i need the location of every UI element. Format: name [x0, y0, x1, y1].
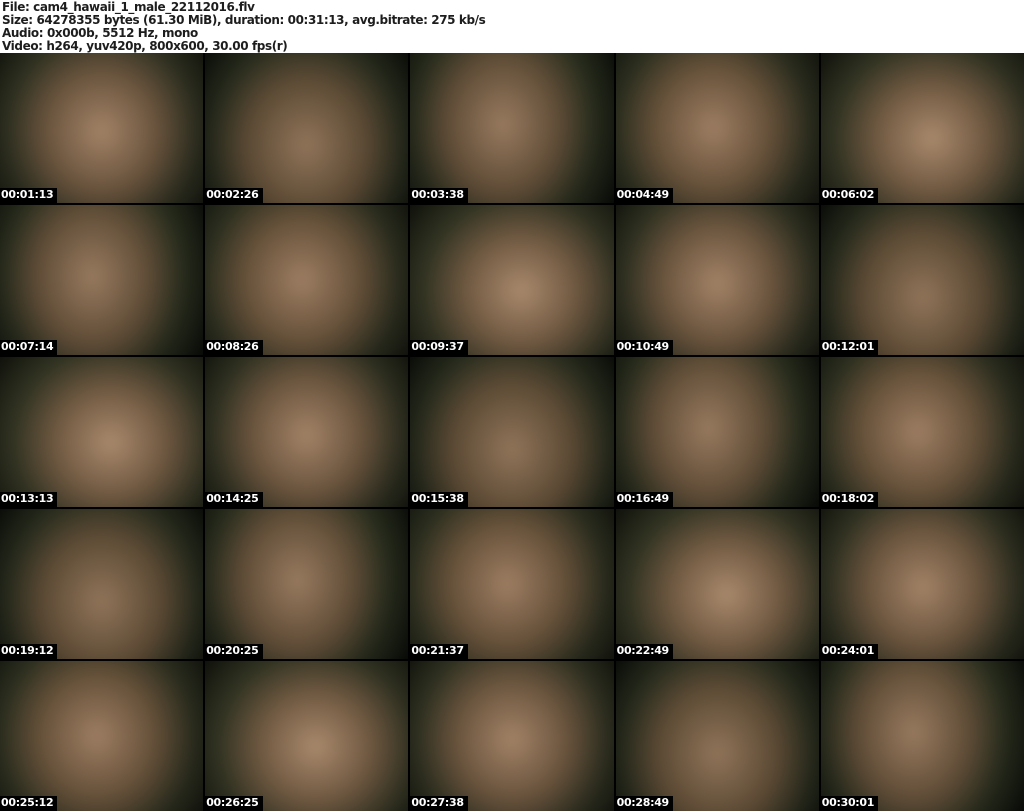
thumbnail-placeholder-image	[0, 205, 204, 355]
thumbnail-cell: 00:08:26	[205, 205, 409, 355]
thumbnail-cell: 00:02:26	[205, 53, 409, 203]
thumbnail-timestamp: 00:24:01	[820, 644, 879, 659]
thumbnail-placeholder-image	[410, 205, 614, 355]
thumbnail-cell: 00:06:02	[820, 53, 1024, 203]
thumbnail-placeholder-image	[615, 205, 819, 355]
thumbnail-cell: 00:20:25	[205, 509, 409, 659]
file-info-header: File: cam4_hawaii_1_male_22112016.flv Si…	[0, 0, 1024, 53]
thumbnail-placeholder-image	[0, 661, 204, 811]
thumbnail-placeholder-image	[205, 509, 409, 659]
thumbnail-cell: 00:07:14	[0, 205, 204, 355]
thumbnail-timestamp: 00:25:12	[0, 796, 58, 811]
thumbnail-timestamp: 00:09:37	[410, 340, 468, 355]
thumbnail-cell: 00:13:13	[0, 357, 204, 507]
thumbnail-timestamp: 00:18:02	[820, 492, 879, 507]
thumbnail-placeholder-image	[820, 205, 1024, 355]
thumbnail-placeholder-image	[410, 661, 614, 811]
thumbnail-placeholder-image	[205, 53, 409, 203]
thumbnail-timestamp: 00:12:01	[820, 340, 879, 355]
thumbnail-timestamp: 00:06:02	[820, 188, 879, 203]
thumbnail-timestamp: 00:13:13	[0, 492, 58, 507]
thumbnail-timestamp: 00:04:49	[615, 188, 673, 203]
thumbnail-placeholder-image	[205, 661, 409, 811]
thumbnail-timestamp: 00:10:49	[615, 340, 673, 355]
thumbnail-cell: 00:12:01	[820, 205, 1024, 355]
thumbnail-cell: 00:19:12	[0, 509, 204, 659]
thumbnail-timestamp: 00:01:13	[0, 188, 58, 203]
thumbnail-timestamp: 00:16:49	[615, 492, 673, 507]
thumbnail-timestamp: 00:26:25	[205, 796, 263, 811]
thumbnail-cell: 00:28:49	[615, 661, 819, 811]
thumbnail-cell: 00:26:25	[205, 661, 409, 811]
thumbnail-timestamp: 00:14:25	[205, 492, 263, 507]
thumbnail-grid: 00:01:13 00:02:26 00:03:38 00:04:49 00:0…	[0, 53, 1024, 811]
thumbnail-placeholder-image	[820, 357, 1024, 507]
thumbnail-timestamp: 00:08:26	[205, 340, 263, 355]
thumbnail-cell: 00:24:01	[820, 509, 1024, 659]
thumbnail-placeholder-image	[0, 357, 204, 507]
thumbnail-cell: 00:04:49	[615, 53, 819, 203]
thumbnail-placeholder-image	[205, 357, 409, 507]
contact-sheet: { "header": { "file_line": "File: cam4_h…	[0, 0, 1024, 811]
thumbnail-timestamp: 00:27:38	[410, 796, 468, 811]
thumbnail-timestamp: 00:30:01	[820, 796, 879, 811]
thumbnail-cell: 00:14:25	[205, 357, 409, 507]
thumbnail-timestamp: 00:28:49	[615, 796, 673, 811]
thumbnail-timestamp: 00:02:26	[205, 188, 263, 203]
thumbnail-cell: 00:09:37	[410, 205, 614, 355]
thumbnail-placeholder-image	[0, 509, 204, 659]
thumbnail-timestamp: 00:19:12	[0, 644, 58, 659]
video-line: Video: h264, yuv420p, 800x600, 30.00 fps…	[2, 39, 288, 53]
thumbnail-cell: 00:10:49	[615, 205, 819, 355]
thumbnail-placeholder-image	[820, 661, 1024, 811]
thumbnail-placeholder-image	[410, 357, 614, 507]
thumbnail-cell: 00:03:38	[410, 53, 614, 203]
thumbnail-cell: 00:22:49	[615, 509, 819, 659]
thumbnail-placeholder-image	[410, 53, 614, 203]
thumbnail-timestamp: 00:03:38	[410, 188, 468, 203]
thumbnail-cell: 00:18:02	[820, 357, 1024, 507]
thumbnail-cell: 00:30:01	[820, 661, 1024, 811]
thumbnail-placeholder-image	[615, 53, 819, 203]
thumbnail-timestamp: 00:20:25	[205, 644, 263, 659]
thumbnail-placeholder-image	[205, 205, 409, 355]
thumbnail-placeholder-image	[410, 509, 614, 659]
thumbnail-timestamp: 00:07:14	[0, 340, 58, 355]
thumbnail-placeholder-image	[615, 509, 819, 659]
thumbnail-cell: 00:21:37	[410, 509, 614, 659]
thumbnail-placeholder-image	[615, 357, 819, 507]
thumbnail-placeholder-image	[820, 509, 1024, 659]
thumbnail-placeholder-image	[820, 53, 1024, 203]
thumbnail-placeholder-image	[0, 53, 204, 203]
thumbnail-timestamp: 00:15:38	[410, 492, 468, 507]
thumbnail-cell: 00:27:38	[410, 661, 614, 811]
thumbnail-timestamp: 00:21:37	[410, 644, 468, 659]
thumbnail-timestamp: 00:22:49	[615, 644, 673, 659]
thumbnail-cell: 00:15:38	[410, 357, 614, 507]
thumbnail-placeholder-image	[615, 661, 819, 811]
thumbnail-cell: 00:16:49	[615, 357, 819, 507]
thumbnail-cell: 00:01:13	[0, 53, 204, 203]
thumbnail-cell: 00:25:12	[0, 661, 204, 811]
